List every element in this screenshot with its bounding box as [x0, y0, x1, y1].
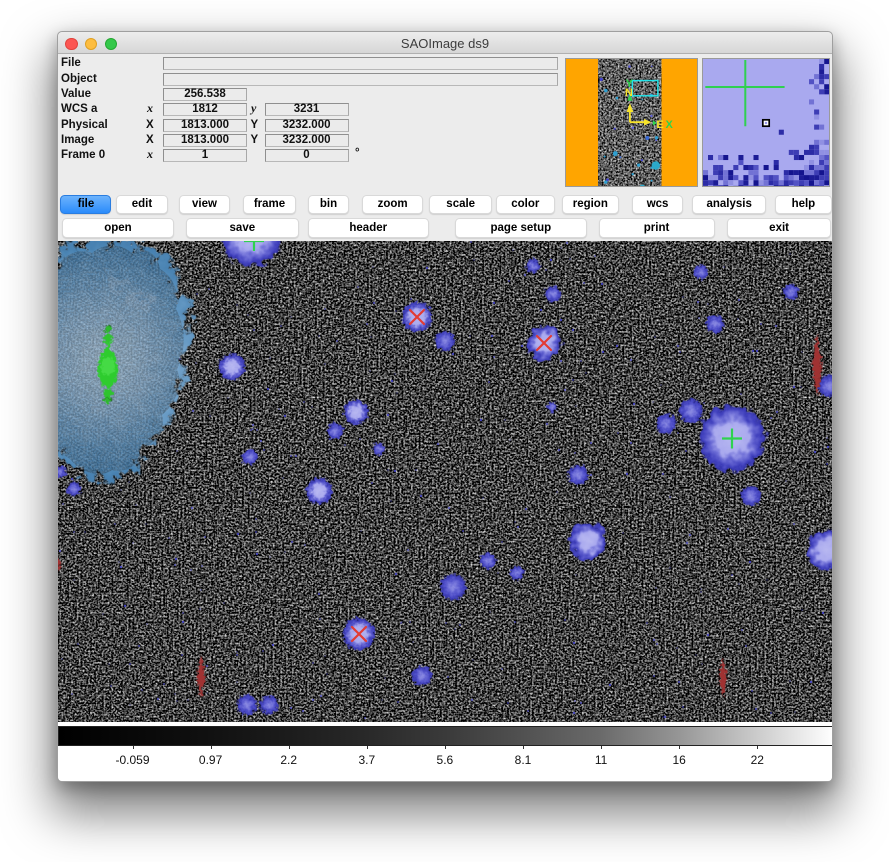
svg-text:X: X — [666, 118, 674, 130]
svg-text:E: E — [656, 118, 663, 130]
svg-text:N: N — [625, 87, 633, 99]
